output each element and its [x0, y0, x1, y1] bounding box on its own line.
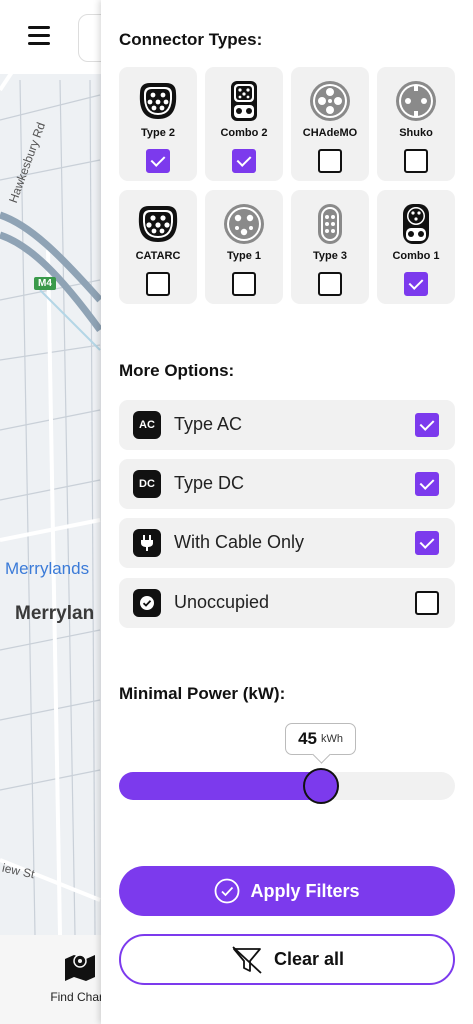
- option-checkbox[interactable]: [415, 531, 439, 555]
- connector-name: CATARC: [135, 250, 181, 262]
- type2-icon: [139, 83, 177, 119]
- connector-card-catarc[interactable]: CATARC: [119, 190, 197, 304]
- option-checkbox[interactable]: [415, 472, 439, 496]
- option-label: Unoccupied: [174, 592, 270, 612]
- connector-checkbox[interactable]: [232, 272, 256, 296]
- connector-types-title: Connector Types:: [119, 30, 263, 49]
- connector-card-combo2[interactable]: Combo 2: [205, 67, 283, 181]
- apply-filters-label: Apply Filters: [250, 880, 360, 901]
- option-label: Type AC: [174, 414, 243, 434]
- power-unit: kWh: [321, 733, 344, 745]
- connector-name: Type 1: [226, 250, 262, 262]
- option-type-dc[interactable]: DC Type DC: [119, 459, 455, 509]
- connector-card-type2[interactable]: Type 2: [119, 67, 197, 181]
- type3-icon: [318, 204, 342, 244]
- connector-checkbox[interactable]: [318, 149, 342, 173]
- more-options-title: More Options:: [119, 361, 235, 380]
- filter-off-icon: [232, 945, 262, 974]
- connector-checkbox[interactable]: [232, 149, 256, 173]
- connector-card-type1[interactable]: Type 1: [205, 190, 283, 304]
- combo2-icon: [231, 81, 257, 121]
- connector-checkbox[interactable]: [404, 149, 428, 173]
- minimal-power-title: Minimal Power (kW):: [119, 684, 286, 703]
- suburb-label-blue: Merrylands: [5, 559, 90, 578]
- apply-filters-button[interactable]: Apply Filters: [119, 866, 455, 916]
- option-checkbox[interactable]: [415, 413, 439, 437]
- ac-badge-icon: AC: [133, 411, 161, 439]
- option-label: With Cable Only: [174, 532, 305, 552]
- shuko-icon: [396, 81, 436, 121]
- option-label: Type DC: [174, 473, 245, 493]
- motorway-badge: M4: [34, 277, 56, 290]
- option-unoccupied[interactable]: Unoccupied: [119, 578, 455, 628]
- connector-name: Shuko: [399, 127, 433, 139]
- power-slider-fill: [119, 772, 321, 800]
- connector-checkbox[interactable]: [318, 272, 342, 296]
- clear-all-label: Clear all: [273, 949, 345, 969]
- connector-card-combo1[interactable]: Combo 1: [377, 190, 455, 304]
- check-circle-icon: [133, 589, 161, 617]
- power-slider-track[interactable]: [119, 772, 455, 800]
- connector-name: Combo 2: [220, 127, 268, 139]
- chademo-icon: [310, 81, 350, 121]
- filter-drawer: Connector Types: Type 2 Combo 2 CHAdeMO …: [101, 0, 473, 1024]
- connector-card-chademo[interactable]: CHAdeMO: [291, 67, 369, 181]
- catarc-icon: [138, 206, 178, 242]
- option-checkbox[interactable]: [415, 591, 439, 615]
- menu-icon[interactable]: [28, 26, 50, 46]
- type1-icon: [224, 204, 264, 244]
- connector-checkbox[interactable]: [146, 272, 170, 296]
- connector-name: Type 2: [140, 127, 176, 139]
- connector-name: Type 3: [312, 250, 348, 262]
- check-circle-outline-icon: [215, 878, 240, 904]
- power-value: 45: [298, 729, 318, 748]
- connector-card-shuko[interactable]: Shuko: [377, 67, 455, 181]
- connector-name: Combo 1: [392, 250, 440, 262]
- plug-icon: [133, 529, 161, 557]
- connector-checkbox[interactable]: [146, 149, 170, 173]
- power-value-tooltip: 45 kWh: [285, 723, 357, 755]
- option-with-cable[interactable]: With Cable Only: [119, 518, 455, 568]
- option-type-ac[interactable]: AC Type AC: [119, 400, 455, 450]
- dc-badge-icon: DC: [133, 470, 161, 498]
- power-slider-thumb[interactable]: [302, 768, 339, 804]
- connector-name: CHAdeMO: [302, 127, 358, 139]
- map-icon: [65, 954, 95, 981]
- connector-checkbox[interactable]: [404, 272, 428, 296]
- connector-card-type3[interactable]: Type 3: [291, 190, 369, 304]
- combo1-icon: [403, 204, 429, 244]
- clear-all-button[interactable]: Clear all: [119, 934, 455, 985]
- suburb-label: Merrylan: [15, 603, 95, 624]
